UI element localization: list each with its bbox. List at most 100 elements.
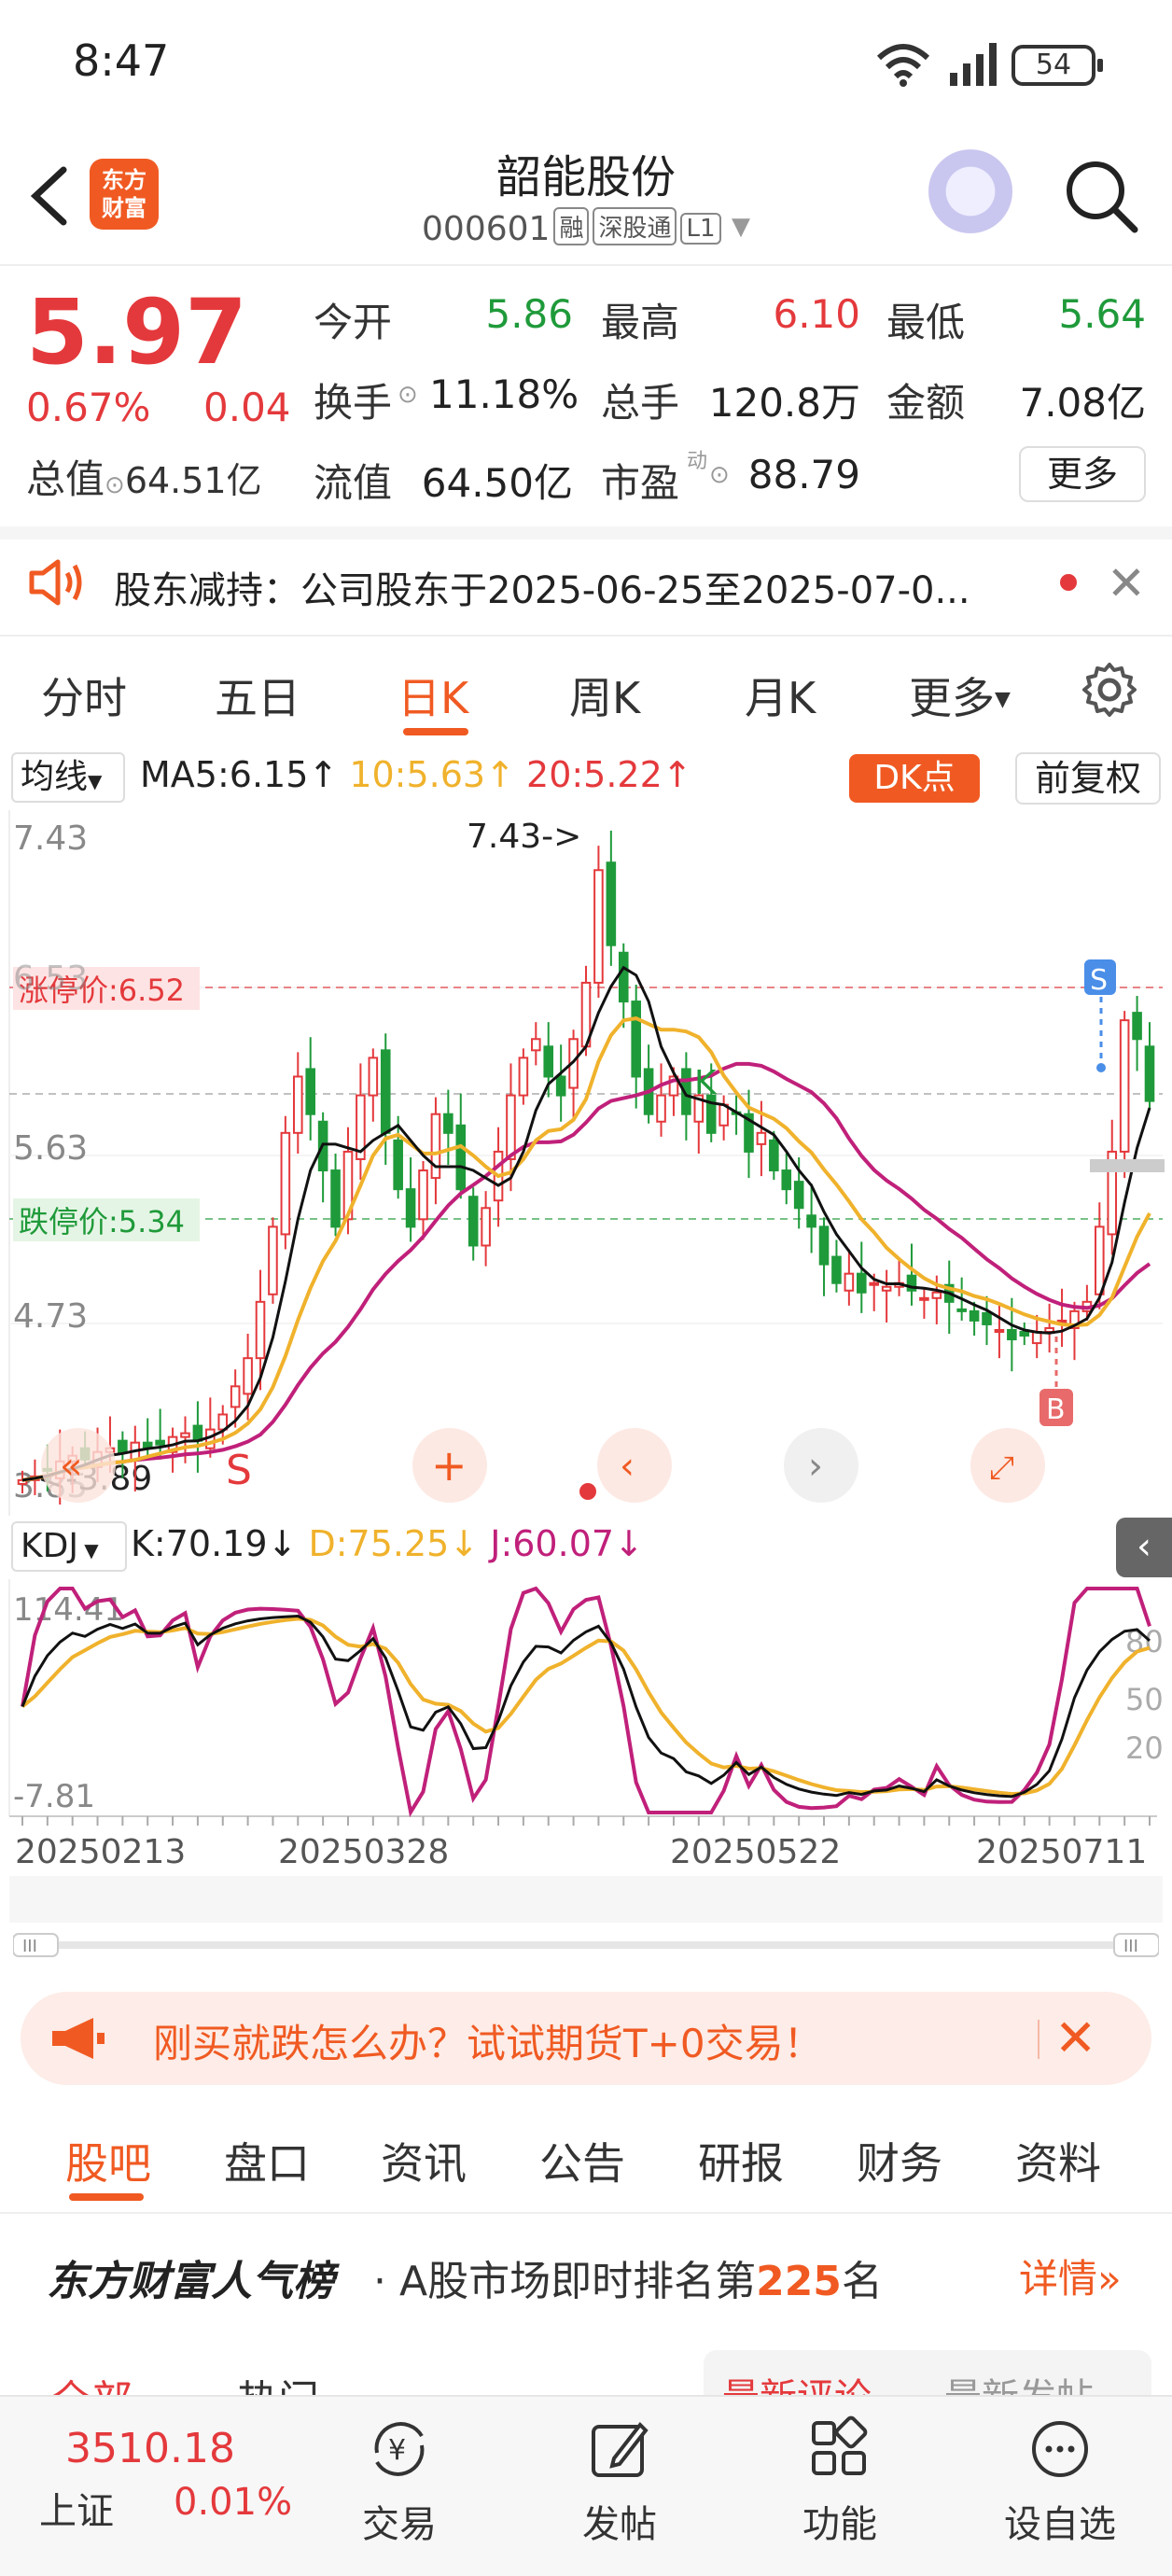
max-price-label: 7.43->: [467, 818, 581, 856]
sort-toggle: 最新评论 最新发帖: [704, 2350, 1151, 2399]
close-icon[interactable]: ✕: [1107, 556, 1146, 610]
candle: [305, 1068, 316, 1115]
amount-label: 金额: [886, 380, 966, 426]
tab-weekly-k[interactable]: 周K: [569, 665, 640, 726]
ma-select[interactable]: 均线▼: [11, 752, 125, 803]
current-price: 5.97: [26, 280, 247, 385]
candle: [1095, 1225, 1105, 1295]
index-name: 上证: [39, 2490, 114, 2533]
tab-daily-k[interactable]: 日K: [398, 665, 468, 726]
tab-monthly-k[interactable]: 月K: [745, 665, 816, 726]
popularity-rank-title: 东方财富人气榜: [47, 2258, 334, 2305]
candle: [769, 1139, 779, 1172]
candle: [1132, 1012, 1142, 1041]
more-button[interactable]: 更多: [1019, 446, 1146, 502]
prev-button[interactable]: [597, 1428, 672, 1503]
search-icon[interactable]: [1062, 157, 1140, 235]
status-time: 8:47: [73, 35, 170, 86]
robot-avatar[interactable]: [924, 149, 1017, 243]
sort-latest-comment[interactable]: 最新评论: [722, 2367, 872, 2399]
tag-margin: 融: [553, 207, 590, 245]
amount-value: 7.08亿: [1019, 380, 1146, 426]
chevron-right-icon: ›: [808, 1445, 823, 1488]
dk-point-button[interactable]: DK点: [849, 754, 980, 803]
popularity-rank-text: · A股市场即时排名第225名: [373, 2247, 883, 2307]
open-label: 今开: [314, 300, 393, 345]
candle: [255, 1300, 266, 1360]
news-ticker[interactable]: 股东减持：公司股东于2025-06-25至2025-07-0...: [114, 560, 1038, 614]
candle: [781, 1169, 792, 1191]
status-bar: 8:47 54: [0, 0, 1172, 131]
nav-add-watchlist[interactable]: 设自选: [995, 2415, 1125, 2548]
filter-hot[interactable]: 热门: [237, 2367, 319, 2399]
rank-suffix: 名: [841, 2258, 883, 2305]
detail-label: 详情: [1019, 2256, 1098, 2302]
promo-text: 刚买就跌怎么办？试试期货T+0交易！: [153, 2021, 823, 2066]
expand-icon: ⤢: [989, 1449, 1014, 1487]
close-icon[interactable]: ✕: [1054, 2009, 1096, 2067]
candle: [1119, 1019, 1130, 1153]
sort-latest-post[interactable]: 最新发帖: [944, 2367, 1094, 2399]
detail-link[interactable]: 详情»: [1019, 2247, 1122, 2304]
grid-icon: [812, 2415, 868, 2475]
candle: [243, 1357, 253, 1395]
candle: [1144, 1045, 1155, 1102]
tab-five-day[interactable]: 五日: [215, 665, 300, 726]
ma10-value: 10:5.63↑: [349, 754, 515, 795]
signal-icon: [950, 43, 997, 86]
indicator-select[interactable]: KDJ ▼: [11, 1521, 127, 1572]
ma20-line: [21, 1061, 1151, 1482]
sell-marker[interactable]: S: [1090, 964, 1108, 997]
nav-post[interactable]: 发帖: [554, 2415, 685, 2548]
adjust-button[interactable]: 前复权: [1015, 752, 1161, 805]
candle: [856, 1272, 867, 1294]
candle: [593, 869, 604, 984]
candle: [430, 1113, 441, 1180]
tab-profile[interactable]: 资料: [1015, 2130, 1101, 2191]
double-chevron-left-icon: «: [60, 1445, 82, 1488]
float-mcap-label: 流值: [314, 460, 393, 506]
info-icon: ⊙: [709, 461, 730, 489]
candles: [17, 831, 1155, 1505]
candle: [994, 1328, 1005, 1334]
ma-select-label: 均线: [21, 758, 89, 796]
filter-row: 全部 热门 最新评论 最新发帖: [0, 2343, 1172, 2399]
collapse-panel-button[interactable]: ‹: [1116, 1518, 1172, 1577]
active-tab-underline: [69, 2193, 144, 2201]
svg-text:III: III: [1123, 1937, 1138, 1956]
candle: [869, 1281, 880, 1286]
dropdown-triangle-icon: ▼: [731, 213, 750, 241]
d-value: D:75.25↓: [308, 1523, 480, 1564]
promo-divider: [1038, 2020, 1039, 2059]
kdj-panel[interactable]: KDJ ▼ K:70.19↓ D:75.25↓ J:60.07↓ ‹ 114.4…: [0, 1518, 1172, 1928]
kline-chart[interactable]: 涨停价:6.52 跌停价:5.34 7.43 6.53 5.63 4.73 3.…: [0, 808, 1172, 1518]
nav-trade[interactable]: ¥ 交易: [334, 2415, 465, 2548]
tab-finance[interactable]: 财务: [857, 2130, 942, 2191]
index-value[interactable]: 3510.18: [65, 2425, 235, 2472]
tab-news[interactable]: 资讯: [381, 2130, 467, 2191]
tab-more[interactable]: 更多▼: [909, 665, 1011, 726]
tab-forum[interactable]: 股吧: [65, 2130, 151, 2191]
kdj-values: K:70.19↓ D:75.25↓ J:60.07↓: [131, 1523, 644, 1564]
edit-icon: [592, 2421, 649, 2477]
promo-banner[interactable]: 刚买就跌怎么办？试试期货T+0交易！ ✕: [21, 1992, 1151, 2085]
ma20-value: 20:5.22↑: [526, 754, 692, 795]
gear-icon[interactable]: [1081, 661, 1138, 719]
tab-intraday[interactable]: 分时: [41, 665, 127, 726]
filter-all[interactable]: 全部: [50, 2367, 133, 2399]
candle: [969, 1309, 980, 1322]
quote-divider: [0, 526, 1172, 539]
total-mcap-row[interactable]: 总值⊙64.51亿: [26, 448, 262, 505]
speaker-icon: [29, 559, 82, 606]
tab-orderbook[interactable]: 盘口: [224, 2130, 310, 2191]
rank-prefix: · A股市场即时排名第: [373, 2258, 757, 2305]
tab-announcements[interactable]: 公告: [539, 2130, 625, 2191]
nav-functions[interactable]: 功能: [774, 2415, 905, 2548]
volume-value: 120.8万: [708, 380, 860, 426]
y-label-top: 7.43: [13, 819, 88, 858]
buy-marker[interactable]: B: [1046, 1393, 1066, 1426]
candle: [756, 1131, 767, 1145]
plus-icon: +: [431, 1440, 467, 1491]
chart-range-scrollbar[interactable]: III III: [13, 1932, 1159, 1958]
tab-research[interactable]: 研报: [698, 2130, 784, 2191]
